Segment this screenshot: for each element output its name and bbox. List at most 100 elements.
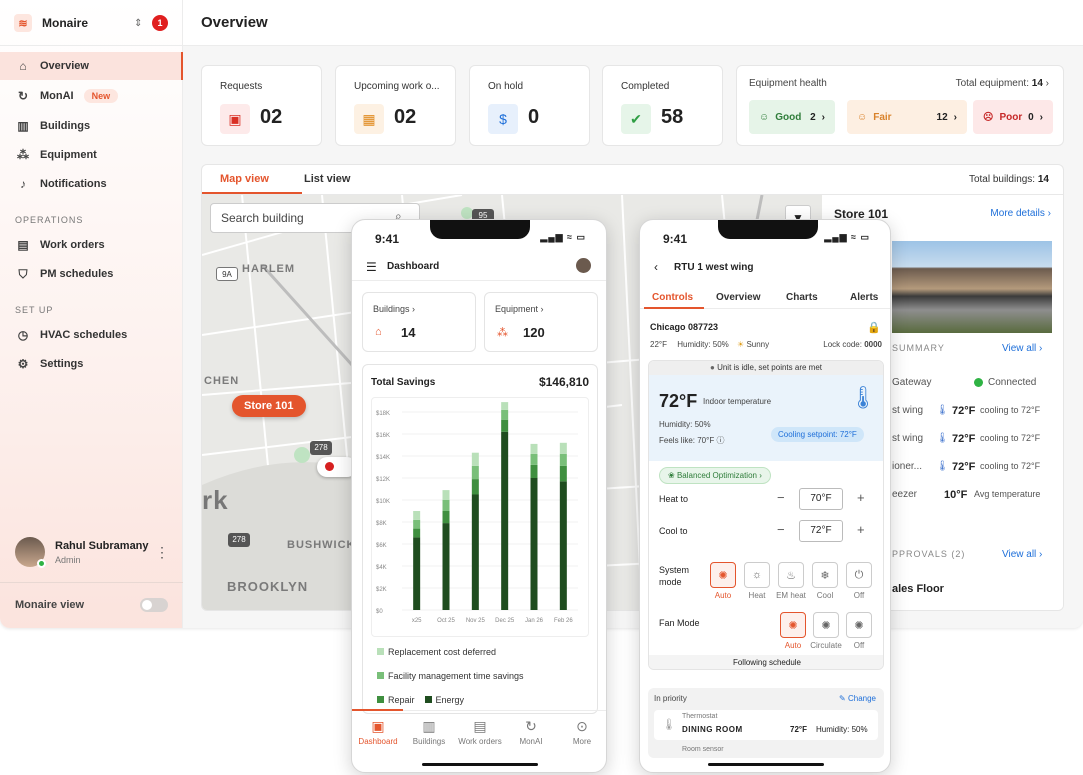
request-icon: ▣	[220, 104, 250, 134]
mode-em-heat-button[interactable]: ♨	[778, 562, 804, 588]
chip-label: Fair	[873, 111, 892, 123]
chip-count: 2	[810, 111, 816, 123]
view-all-link[interactable]: View all ›	[1002, 343, 1062, 354]
y-tick-label: $12K	[376, 477, 390, 483]
y-tick-label: $18K	[376, 411, 390, 417]
monaire-view-toggle[interactable]	[140, 598, 168, 612]
weather-temp: 22°F	[650, 340, 667, 349]
fan-off-button[interactable]: ✺	[846, 612, 872, 638]
nav-equipment[interactable]: ⁂ Equipment	[0, 141, 183, 169]
health-chip-good[interactable]: ☺ Good 2 ›	[749, 100, 835, 134]
equipment-row[interactable]: st wing 🌡 72°F cooling to 72°F	[892, 405, 1057, 417]
thermostat-label: Thermostat	[682, 713, 718, 720]
info-icon[interactable]: ⓘ	[716, 436, 724, 445]
plus-button[interactable]: +	[857, 522, 865, 537]
bar-segment	[559, 481, 567, 610]
mode-auto-button[interactable]: ✺	[710, 562, 736, 588]
avatar[interactable]	[576, 258, 591, 273]
stat-card-completed[interactable]: Completed ✔ 58	[602, 65, 723, 146]
equipment-name: st wing	[892, 433, 924, 444]
bottom-nav-work-orders[interactable]: ▤ Work orders	[455, 718, 505, 746]
main-content: Overview Requests ▣ 02 Upcoming work o..…	[183, 0, 1083, 628]
thermometer-icon: 🌡	[936, 461, 949, 472]
user-profile[interactable]: Rahul Subramany Admin ⋮	[15, 537, 175, 568]
thermostat-row[interactable]: 🌡 Thermostat DINING ROOM 72°F Humidity: …	[654, 710, 878, 740]
nav-buildings[interactable]: ▥ Buildings	[0, 112, 183, 140]
x-tick-label: Nov 25	[466, 618, 486, 624]
cool-setpoint[interactable]: 72°F	[799, 520, 843, 542]
tab-list-view[interactable]: List view	[304, 173, 350, 185]
chip-label: Poor	[999, 111, 1023, 123]
nav-monai[interactable]: ↻ MonAI New	[0, 82, 183, 110]
tab-alerts[interactable]: Alerts	[850, 292, 878, 303]
kebab-menu-icon[interactable]: ⋮	[155, 544, 169, 561]
bar-segment	[413, 519, 421, 529]
chevron-updown-icon[interactable]: ⇕	[134, 18, 142, 29]
nav-label: PM schedules	[40, 268, 114, 280]
mode-off-button[interactable]: ⏻	[846, 562, 872, 588]
phone-time: 9:41	[375, 232, 400, 246]
minus-button[interactable]: −	[777, 522, 785, 537]
frown-icon: ☹	[983, 111, 994, 123]
tab-controls[interactable]: Controls	[652, 292, 693, 303]
nav-label: HVAC schedules	[40, 329, 128, 341]
mode-cool-button[interactable]: ❄	[812, 562, 838, 588]
view-all-link[interactable]: View all ›	[1002, 549, 1062, 560]
map-label: rk	[202, 485, 229, 515]
mode-heat-button[interactable]: ☼	[744, 562, 770, 588]
approval-item[interactable]: ales Floor	[892, 583, 1057, 595]
equipment-row[interactable]: st wing 🌡 72°F cooling to 72°F	[892, 433, 1057, 445]
optimization-chip[interactable]: ❀ Balanced Optimization ›	[659, 467, 771, 484]
health-chip-poor[interactable]: ☹ Poor 0 ›	[973, 100, 1053, 134]
tab-charts[interactable]: Charts	[786, 292, 818, 303]
equipment-status: cooling to 72°F	[980, 405, 1041, 415]
hamburger-menu-icon[interactable]: ☰	[366, 260, 377, 274]
tab-map-view[interactable]: Map view	[220, 173, 269, 185]
nav-hvac-schedules[interactable]: ◷ HVAC schedules	[0, 321, 183, 349]
fan-auto-button[interactable]: ✺	[780, 612, 806, 638]
change-label: Change	[847, 694, 876, 703]
stat-value: 02	[260, 106, 283, 128]
bottom-nav-buildings[interactable]: ▥ Buildings	[404, 718, 454, 746]
store-map-pin[interactable]: Store 101	[232, 395, 306, 417]
equipment-row[interactable]: eezer 10°F Avg temperature	[892, 489, 1057, 501]
nav-overview[interactable]: ⌂ Overview	[0, 52, 183, 80]
heat-setpoint[interactable]: 70°F	[799, 488, 843, 510]
bottom-nav-monai[interactable]: ↻ MonAI	[506, 718, 556, 746]
stat-label: Requests	[220, 81, 263, 92]
nav-notifications[interactable]: ♪ Notifications	[0, 170, 183, 198]
more-details-link[interactable]: More details ›	[990, 208, 1051, 219]
org-switcher[interactable]: ≋ Monaire ⇕ 1	[14, 12, 174, 34]
change-link[interactable]: ✎ Change	[839, 694, 876, 703]
equipment-name: ioner...	[892, 461, 923, 472]
stat-card-on-hold[interactable]: On hold $ 0	[469, 65, 590, 146]
user-name: Rahul Subramany	[55, 539, 149, 552]
total-equipment[interactable]: Total equipment: 14 ›	[956, 78, 1049, 89]
back-chevron-icon[interactable]: ‹	[654, 260, 658, 274]
buildings-card[interactable]: Buildings › ⌂ 14	[362, 292, 476, 352]
health-chip-fair[interactable]: ☺ Fair 12 ›	[847, 100, 967, 134]
minus-button[interactable]: −	[777, 490, 785, 505]
nav-label: Equipment	[40, 149, 97, 161]
map-label: HARLEM	[242, 263, 296, 275]
equipment-card[interactable]: Equipment › ⁂ 120	[484, 292, 598, 352]
stat-value: 0	[528, 106, 540, 128]
nav-label: MonAI	[519, 737, 543, 746]
bar-segment	[530, 453, 538, 465]
nav-settings[interactable]: ⚙ Settings	[0, 350, 183, 378]
bottom-nav-dashboard[interactable]: ▣ Dashboard	[353, 718, 403, 746]
feels-like: Feels like: 70°F	[659, 436, 715, 445]
system-mode-label: System mode	[659, 565, 690, 587]
plus-button[interactable]: +	[857, 490, 865, 505]
stat-card-requests[interactable]: Requests ▣ 02	[201, 65, 322, 146]
gear-icon: ⚙	[17, 357, 29, 371]
nav-work-orders[interactable]: ▤ Work orders	[0, 231, 183, 259]
stat-card-upcoming[interactable]: Upcoming work o... ▦ 02	[335, 65, 456, 146]
tab-overview[interactable]: Overview	[716, 292, 760, 303]
bottom-nav-more[interactable]: ⊙ More	[557, 718, 606, 746]
shield-check-icon: ⛉	[18, 266, 28, 281]
nav-label: Work orders	[40, 239, 105, 251]
fan-circulate-button[interactable]: ✺	[813, 612, 839, 638]
equipment-row[interactable]: ioner... 🌡 72°F cooling to 72°F	[892, 461, 1057, 473]
nav-pm-schedules[interactable]: ⛉ PM schedules	[0, 260, 183, 288]
